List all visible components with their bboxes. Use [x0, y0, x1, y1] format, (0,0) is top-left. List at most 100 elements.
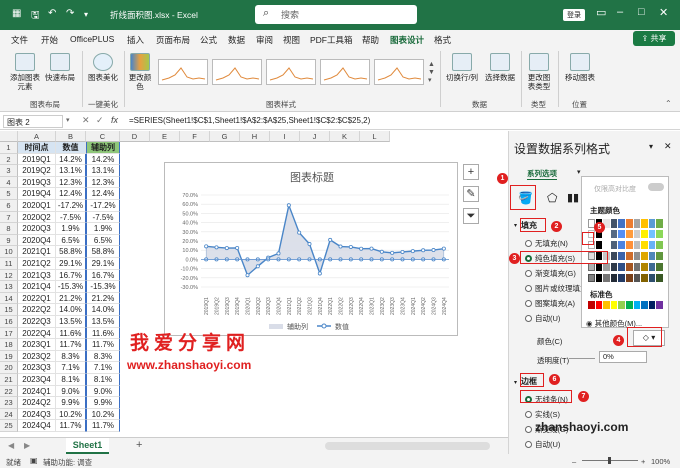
tab-page-layout[interactable]: 页面布局	[156, 34, 190, 46]
series-options-icon[interactable]: ▮▮	[567, 191, 579, 204]
theme-color-swatch[interactable]	[626, 230, 633, 238]
table-cell[interactable]: 2020Q1	[18, 200, 56, 212]
table-cell[interactable]: 10.2%	[56, 408, 86, 421]
collapse-ribbon-icon[interactable]: ⌃	[665, 99, 672, 108]
row-header[interactable]: 19	[0, 350, 18, 363]
theme-color-swatch[interactable]	[633, 219, 641, 228]
table-cell[interactable]: -17.2%	[86, 200, 120, 212]
table-cell[interactable]: 21.2%	[86, 292, 120, 305]
chart-styles-button[interactable]: ✎	[463, 186, 479, 202]
standard-color-swatch[interactable]	[588, 301, 595, 309]
theme-color-swatch[interactable]	[618, 274, 625, 282]
theme-color-swatch[interactable]	[641, 263, 648, 271]
change-chart-type-button[interactable]: 更改图表类型	[526, 53, 552, 91]
row-header[interactable]: 14	[0, 292, 18, 305]
theme-color-swatch[interactable]	[626, 241, 633, 249]
theme-color-swatch[interactable]	[618, 263, 625, 271]
change-colors-button[interactable]: 更改颜色	[127, 53, 153, 91]
theme-color-swatch[interactable]	[603, 263, 610, 271]
table-cell[interactable]: 9.9%	[56, 397, 86, 409]
row-header[interactable]: 11	[0, 258, 18, 270]
save-icon[interactable]: 🖫	[31, 8, 40, 25]
prev-sheet-icon[interactable]: ◀	[8, 441, 14, 450]
theme-color-swatch[interactable]	[648, 219, 656, 228]
enter-icon[interactable]: ✓	[96, 115, 104, 126]
chart-style-thumb-3[interactable]	[266, 59, 316, 85]
chart-style-thumb-5[interactable]	[374, 59, 424, 85]
search-input[interactable]: ⌕ 搜索	[255, 5, 417, 24]
area-series-辅助列[interactable]	[205, 204, 445, 276]
table-cell[interactable]: 11.7%	[56, 339, 86, 351]
table-cell[interactable]: 11.6%	[86, 327, 120, 340]
row-header[interactable]: 6	[0, 200, 18, 212]
table-cell[interactable]: 2020Q3	[18, 223, 56, 235]
next-sheet-icon[interactable]: ▶	[24, 441, 30, 450]
border-solid-option[interactable]: 实线(S)	[525, 409, 560, 420]
line-marker[interactable]	[390, 250, 395, 255]
table-header-cell[interactable]: 数值	[56, 142, 86, 154]
theme-color-swatch[interactable]	[656, 252, 663, 260]
table-cell[interactable]: 58.8%	[56, 246, 86, 258]
standard-color-swatch[interactable]	[656, 301, 663, 309]
tab-file[interactable]: 文件	[11, 34, 28, 46]
column-header[interactable]: A	[18, 131, 56, 142]
standard-color-swatch[interactable]	[610, 301, 618, 309]
row-header[interactable]: 2	[0, 153, 18, 166]
insert-function-icon[interactable]: fx	[111, 115, 118, 125]
theme-color-swatch[interactable]	[603, 274, 610, 282]
line-marker[interactable]	[441, 246, 446, 251]
table-cell[interactable]: 11.7%	[56, 420, 86, 432]
zoom-in-icon[interactable]: +	[641, 457, 645, 466]
line-marker[interactable]	[338, 244, 343, 249]
table-cell[interactable]: 2024Q4	[18, 420, 56, 432]
table-cell[interactable]: 2019Q4	[18, 188, 56, 200]
table-cell[interactable]: 13.1%	[86, 165, 120, 177]
table-cell[interactable]: 7.1%	[56, 362, 86, 374]
table-cell[interactable]: 2019Q2	[18, 165, 56, 177]
theme-color-swatch[interactable]	[595, 274, 603, 282]
tab-home[interactable]: 开始	[41, 34, 58, 46]
theme-color-swatch[interactable]	[626, 274, 633, 282]
formula-input[interactable]: =SERIES(Sheet1!$C$1,Sheet1!$A$2:$A$25,Sh…	[129, 116, 370, 125]
cancel-icon[interactable]: ✕	[82, 115, 90, 126]
row-header[interactable]: 10	[0, 246, 18, 258]
row-header[interactable]: 4	[0, 176, 18, 189]
table-cell[interactable]: 11.7%	[86, 420, 120, 432]
row-header[interactable]: 9	[0, 234, 18, 247]
theme-color-swatch[interactable]	[648, 241, 656, 249]
line-marker[interactable]	[359, 246, 364, 251]
theme-color-swatch[interactable]	[656, 263, 663, 271]
zoom-level[interactable]: 100%	[651, 457, 670, 466]
tab-formulas[interactable]: 公式	[200, 34, 217, 46]
table-cell[interactable]: 2020Q2	[18, 211, 56, 224]
line-marker[interactable]	[204, 244, 209, 249]
chart-style-thumb-1[interactable]	[158, 59, 208, 85]
row-header[interactable]: 8	[0, 223, 18, 235]
column-header[interactable]: L	[360, 131, 390, 142]
theme-color-swatch[interactable]	[633, 230, 641, 238]
table-cell[interactable]: 14.0%	[56, 304, 86, 316]
name-box-dropdown-icon[interactable]: ▾	[66, 116, 70, 124]
column-header[interactable]: D	[120, 131, 150, 142]
standard-color-swatch[interactable]	[618, 301, 625, 309]
table-cell[interactable]: -17.2%	[56, 200, 86, 212]
line-marker[interactable]	[379, 249, 384, 254]
name-box[interactable]: 图表 2	[3, 115, 63, 128]
legend[interactable]: 辅助列 数值	[269, 322, 349, 331]
macro-icon[interactable]: ▣	[30, 456, 38, 465]
line-marker[interactable]	[214, 245, 219, 250]
theme-color-swatch[interactable]	[633, 274, 641, 282]
table-cell[interactable]: 2019Q3	[18, 176, 56, 189]
theme-color-swatch[interactable]	[618, 252, 625, 260]
row-header[interactable]: 23	[0, 397, 18, 409]
theme-color-swatch[interactable]	[656, 219, 663, 228]
table-cell[interactable]: 2024Q3	[18, 408, 56, 421]
table-cell[interactable]: 2023Q2	[18, 350, 56, 363]
table-cell[interactable]: 2022Q2	[18, 304, 56, 316]
undo-icon[interactable]: ↶	[48, 8, 56, 19]
theme-color-swatch[interactable]	[618, 241, 625, 249]
row-header[interactable]: 3	[0, 165, 18, 177]
theme-color-swatch[interactable]	[656, 274, 663, 282]
close-icon[interactable]: ✕	[659, 6, 668, 19]
table-cell[interactable]: 2021Q3	[18, 269, 56, 282]
